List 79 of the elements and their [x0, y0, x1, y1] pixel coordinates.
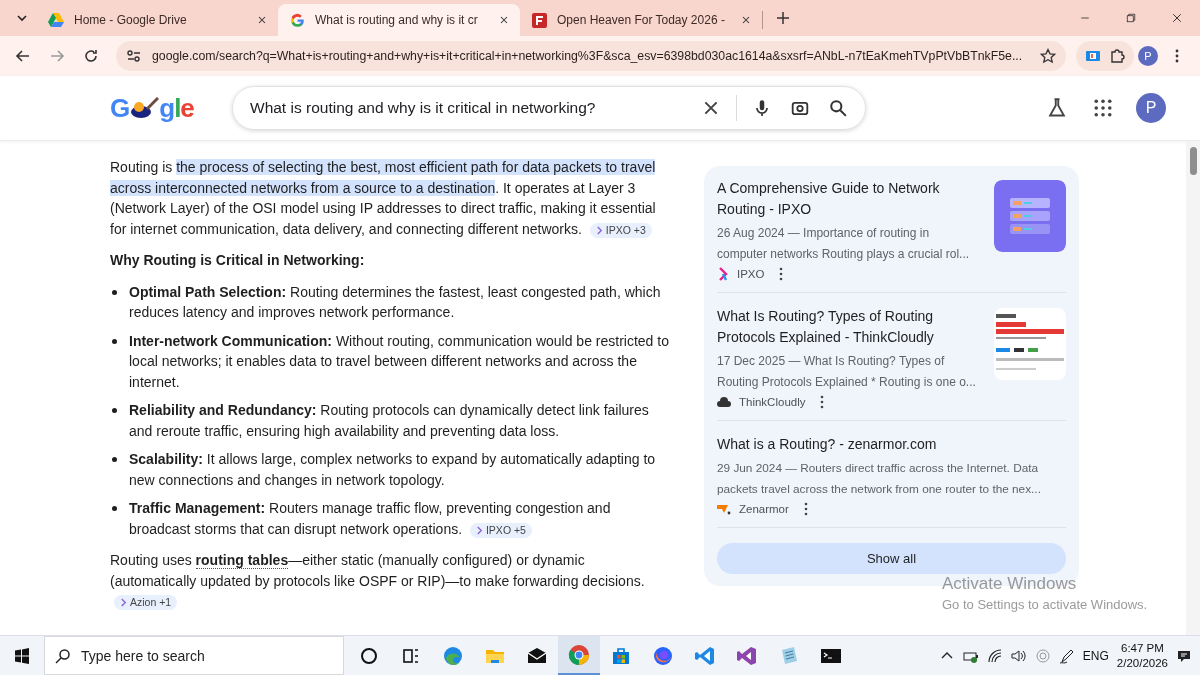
- restore-icon: [1125, 12, 1137, 24]
- scrollbar[interactable]: [1186, 141, 1200, 635]
- source-name: ThinkCloudly: [739, 396, 806, 408]
- clock-time: 6:47 PM: [1121, 640, 1164, 656]
- source-name: IPXO: [737, 268, 765, 280]
- section-heading: Why Routing is Critical in Networking:: [110, 251, 366, 270]
- logo-icon: [717, 503, 731, 515]
- browser-tab[interactable]: Open Heaven For Today 2026 -: [520, 4, 762, 36]
- wifi-icon: [986, 647, 1003, 664]
- page-icon: [532, 12, 547, 28]
- logo-text: G: [110, 92, 130, 124]
- taskbar-search-field[interactable]: Type here to search: [44, 636, 344, 675]
- list-item-text: Traffic Management: Routers manage traffic flow, preventing congestion and broadcast storms that can disrupt network operations. IPXO +5: [129, 499, 612, 539]
- profile-avatar[interactable]: P: [1136, 93, 1166, 123]
- search-field[interactable]: What is routing and why is it critical in networking?: [232, 86, 866, 130]
- logo-icon: [717, 267, 729, 281]
- source-snippet: 26 Aug 2024 — Importance of routing in computer networks Routing plays a crucial rol...: [717, 225, 971, 263]
- search-placeholder: Type here to search: [81, 647, 205, 664]
- more-icon: [820, 395, 825, 409]
- close-icon: [1171, 12, 1183, 24]
- search-query: What is routing and why is it critical in networking?: [250, 99, 597, 117]
- language-indicator[interactable]: ENG: [1082, 648, 1109, 663]
- back-arrow-icon: [15, 48, 31, 64]
- pen-icon: [1058, 647, 1075, 664]
- bullet-icon: [112, 457, 117, 462]
- bullet-icon: [112, 506, 117, 511]
- browser-tab[interactable]: Home - Google Drive: [36, 4, 278, 36]
- list-item-text: Optimal Path Selection: Routing determines the fastest, least congested path, which reduces latency and improves network performance.: [129, 282, 662, 322]
- overview-paragraph: Routing is the process of selecting the best, most efficient path for data packets to travel across interconnected networks from a source to a destination. It operates at Layer 3 (Network Layer) of the OSI model using IP addresses to direct traffic, making it essential for internet communication, data delivery, and connecting different networks. IPXO +3: [110, 158, 657, 239]
- camera-icon: [791, 99, 809, 117]
- url-text: google.com/search?q=What+is+routing+and+why+is+it+critical+in+networking%3F&sca_esv=6398bd030ac1614a&sxsrf=ANbL-n7tEaKmehTVpPtVbBTnkF5e...: [152, 49, 1024, 63]
- puzzle-icon: [1108, 48, 1126, 64]
- translate-icon: [1084, 48, 1102, 64]
- reload-icon: [83, 48, 99, 64]
- source-snippet: 17 Dec 2025 — What Is Routing? Types of Routing Protocols Explained * Routing is one o...: [717, 353, 977, 391]
- banner-thumbnail: [994, 308, 1066, 380]
- bullet-icon: [112, 408, 117, 413]
- overview-paragraph: Routing uses routing tables—either static (manually configured) or dynamic (automatically updated by protocols like OSPF or RIP)—to make forwarding decisions. Azion +1: [110, 551, 646, 612]
- logo-text: gle: [159, 92, 194, 124]
- more-icon: [803, 502, 808, 516]
- close-icon: [256, 14, 268, 26]
- close-icon: [702, 99, 720, 117]
- list-item-text: Scalability: It allows large, complex networks to expand by automatically adapting to new connections and changes in network topology.: [129, 450, 657, 490]
- show-all-button[interactable]: Show all: [717, 543, 1066, 574]
- source-title-link[interactable]: What Is Routing? Types of Routing Protocols Explained - ThinkCloudly: [717, 306, 982, 348]
- activation-message: Go to Settings to activate Windows.: [942, 597, 1148, 612]
- source-title-link[interactable]: A Comprehensive Guide to Network Routing - IPXO: [717, 178, 982, 220]
- microphone-icon: [753, 99, 771, 117]
- doodle-icon: [129, 97, 160, 119]
- flask-icon: [1047, 98, 1067, 118]
- close-icon: [740, 14, 752, 26]
- chrome-icon: [567, 642, 591, 667]
- forward-arrow-icon: [49, 48, 65, 64]
- cloud-icon: [717, 396, 731, 408]
- grid-icon: [1094, 99, 1112, 117]
- profile-avatar[interactable]: P: [1138, 46, 1158, 66]
- more-icon: [779, 267, 784, 281]
- list-item-text: Inter-network Communication: Without routing, communication would be restricted to local networks; it enables data to travel between different networks and across the internet.: [129, 331, 670, 392]
- clock-date: 2/20/2026: [1116, 655, 1168, 671]
- list-item-text: Reliability and Redundancy: Routing protocols can dynamically detect link failures and reroute traffic, ensuring high availability and preventing data loss.: [129, 401, 650, 441]
- address-bar[interactable]: google.com/search?q=What+is+routing+and+why+is+it+critical+in+networking%3F&sca_esv=6398bd030ac1614a&sxsrf=ANbL-n7tEaKmehTVpPtVbBTnkF5e...: [116, 41, 1066, 71]
- search-icon: [829, 99, 847, 117]
- activation-title: Activate Windows: [942, 574, 1078, 594]
- bookmark-star-icon: [1040, 48, 1056, 64]
- volume-icon: [1010, 647, 1027, 664]
- site-settings-icon: [126, 48, 142, 64]
- source-title-link[interactable]: What is a Routing? - zenarmor.com: [717, 434, 937, 455]
- source-snippet: 29 Jun 2024 — Routers direct traffic across the Internet. Data packets travel across the network from one router to the nex...: [717, 460, 1042, 498]
- close-icon: [498, 14, 510, 26]
- plus-icon: [775, 10, 791, 26]
- server-thumbnail: [994, 180, 1066, 252]
- drive-icon: [48, 13, 64, 27]
- google-icon: [290, 12, 305, 28]
- windows-icon: [14, 647, 30, 664]
- source-name: Zenarmor: [739, 503, 789, 515]
- bullet-icon: [112, 338, 117, 344]
- browser-tab[interactable]: What is routing and why is it cr: [278, 4, 520, 36]
- bullet-icon: [112, 289, 117, 295]
- search-icon: [55, 647, 71, 664]
